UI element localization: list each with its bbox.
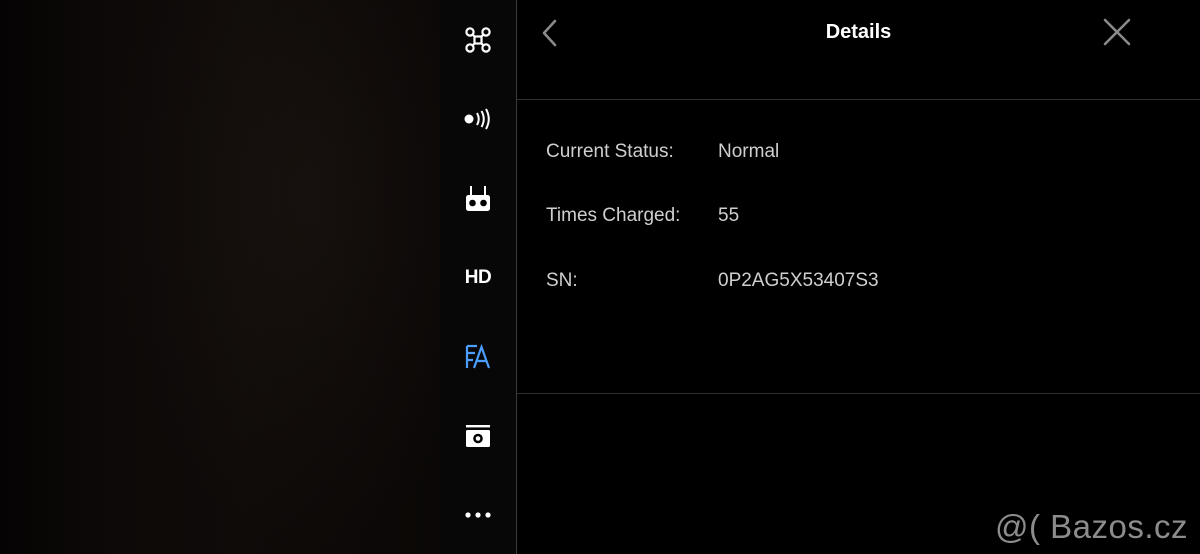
sidebar-item-signal[interactable] xyxy=(440,95,516,143)
sidebar-item-hd[interactable]: HD xyxy=(440,254,516,302)
sidebar-item-battery[interactable] xyxy=(440,333,516,381)
camera-icon xyxy=(465,424,491,448)
detail-value: 55 xyxy=(718,205,740,226)
signal-icon xyxy=(463,108,493,130)
detail-value: 0P2AG5X53407S3 xyxy=(718,270,879,291)
camera-live-view xyxy=(0,0,440,554)
sidebar-item-camera[interactable] xyxy=(440,412,516,460)
sidebar-item-remote-controller[interactable] xyxy=(440,175,516,223)
sidebar-item-more[interactable] xyxy=(440,491,516,539)
drone-icon xyxy=(464,26,492,54)
details-bottom-divider xyxy=(517,393,1200,394)
watermark: @( Bazos.cz xyxy=(994,508,1188,545)
detail-label: SN: xyxy=(546,270,578,291)
settings-sidebar: HD xyxy=(440,0,516,554)
close-icon xyxy=(1100,18,1134,54)
header-divider xyxy=(517,99,1200,100)
camera-view-shading xyxy=(110,0,440,554)
detail-label: Times Charged: xyxy=(546,205,681,226)
page-title: Details xyxy=(825,21,892,43)
battery-icon xyxy=(464,344,492,370)
remote-controller-icon xyxy=(464,184,492,214)
detail-value: Normal xyxy=(718,141,780,162)
more-icon xyxy=(464,511,492,519)
sidebar-item-aircraft[interactable] xyxy=(440,16,516,64)
detail-label: Current Status: xyxy=(546,141,674,162)
details-panel: Details Current Status: Normal Times Cha… xyxy=(517,0,1200,554)
hd-icon: HD xyxy=(464,267,492,288)
details-header: Details xyxy=(517,0,1200,99)
close-button[interactable] xyxy=(1100,16,1134,50)
